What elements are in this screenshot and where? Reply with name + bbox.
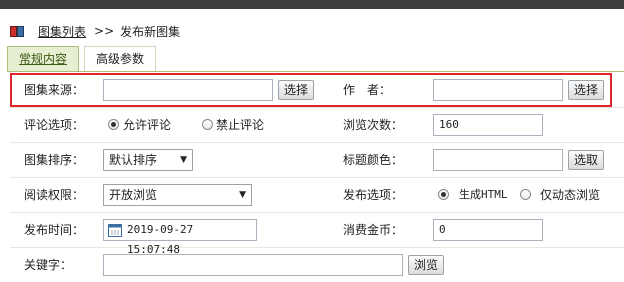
publish-time-label: 发布时间： — [24, 223, 85, 237]
dropdown-arrow-icon: ▼ — [239, 190, 246, 200]
book-icon — [10, 25, 25, 38]
breadcrumb: 图集列表 >> 发布新图集 — [10, 22, 180, 40]
form-row-sort-color: 图集排序： 默认排序 ▼ 标题颜色： 选取 — [10, 143, 624, 178]
keywords-browse-button[interactable]: 浏览 — [408, 255, 445, 275]
dropdown-arrow-icon: ▼ — [180, 155, 187, 165]
read-perm-select[interactable]: 开放浏览 ▼ — [103, 184, 252, 206]
sort-label: 图集排序： — [24, 153, 85, 167]
breadcrumb-separator: >> — [94, 24, 115, 38]
forbid-comment-label[interactable]: 禁止评论 — [216, 108, 264, 142]
form-row-comment-views: 评论选项： 允许评论 禁止评论 浏览次数： 160 — [10, 108, 624, 143]
coins-input[interactable]: 0 — [433, 219, 543, 241]
highlight-box — [10, 73, 612, 107]
tab-divider — [7, 71, 624, 72]
form-row-time-coins: 发布时间： 2019-09-27 15:07:48 消费金币： 0 — [10, 213, 624, 256]
tab-advanced-params[interactable]: 高级参数 — [84, 46, 157, 71]
read-perm-select-value: 开放浏览 — [109, 188, 158, 202]
sort-select[interactable]: 默认排序 ▼ — [103, 149, 193, 171]
dynamic-only-label[interactable]: 仅动态浏览 — [540, 178, 600, 212]
form-row-perm-publish: 阅读权限： 开放浏览 ▼ 发布选项： 生成HTML 仅动态浏览 — [10, 178, 624, 213]
comment-label: 评论选项： — [24, 118, 85, 132]
top-bar — [0, 0, 624, 9]
read-perm-label: 阅读权限： — [24, 188, 85, 202]
keywords-label: 关键字： — [24, 258, 73, 272]
views-input[interactable]: 160 — [433, 114, 543, 136]
radio-dynamic-only[interactable] — [520, 189, 531, 200]
breadcrumb-link-album-list[interactable]: 图集列表 — [38, 23, 86, 40]
keywords-input[interactable] — [103, 254, 403, 276]
radio-generate-html[interactable] — [438, 189, 449, 200]
title-color-label: 标题颜色： — [343, 153, 404, 167]
tab-bar: 常规内容 高级参数 — [7, 46, 161, 72]
publish-opt-label: 发布选项： — [343, 188, 404, 202]
publish-time-input[interactable]: 2019-09-27 15:07:48 — [103, 219, 257, 256]
calendar-icon[interactable] — [108, 223, 122, 237]
radio-forbid-comment[interactable] — [202, 119, 213, 130]
sort-select-value: 默认排序 — [109, 153, 158, 167]
generate-html-label[interactable]: 生成HTML — [459, 178, 508, 212]
allow-comment-label[interactable]: 允许评论 — [123, 108, 171, 142]
coins-label: 消费金币： — [343, 223, 404, 237]
form-row-partial: 关键字： 浏览 — [10, 248, 624, 282]
tab-general-content[interactable]: 常规内容 — [7, 46, 80, 71]
views-label: 浏览次数： — [343, 118, 404, 132]
title-color-pick-button[interactable]: 选取 — [568, 150, 605, 170]
radio-allow-comment[interactable] — [108, 119, 119, 130]
title-color-input[interactable] — [433, 149, 563, 171]
breadcrumb-current: 发布新图集 — [120, 24, 181, 39]
